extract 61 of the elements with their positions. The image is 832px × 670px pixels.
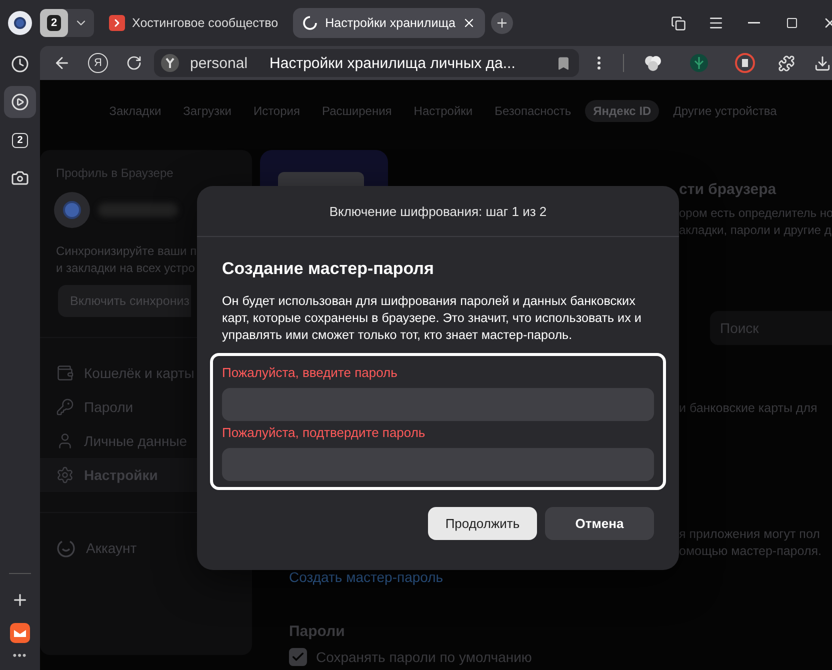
more-apps-button[interactable]: ••• (12, 650, 28, 662)
tab-group-button[interactable]: 2 (40, 9, 94, 37)
wallet-icon (56, 364, 74, 382)
key-icon (56, 398, 74, 416)
copy-icon (670, 16, 686, 30)
profile-avatar[interactable] (8, 11, 32, 35)
address-field[interactable]: personal Настройки хранилища личных да... (154, 49, 579, 77)
settings-tab[interactable]: Закладки (101, 100, 170, 122)
settings-tab[interactable]: История (245, 100, 308, 122)
site-favicon-icon (109, 15, 125, 31)
browser-tab[interactable]: Хостинговое сообщество (100, 8, 288, 38)
sidebar-rail-button[interactable] (4, 86, 36, 118)
field-error-label: Пожалуйста, введите пароль (222, 365, 398, 380)
banner-heading: сти браузера (679, 181, 778, 198)
settings-tab[interactable]: Загрузки (175, 100, 240, 122)
reload-icon (126, 55, 142, 71)
field-error-label: Пожалуйста, подтвердите пароль (222, 425, 426, 440)
banner-text: акладки, пароли и другие д (679, 223, 832, 237)
dialog-header: Включение шифрования: шаг 1 из 2 (329, 204, 547, 218)
site-shield-icon (160, 53, 180, 73)
settings-tab[interactable]: Расширения (314, 100, 400, 122)
create-master-password-link[interactable]: Создать мастер-пароль (289, 569, 679, 585)
plus-icon (11, 591, 29, 609)
password-field[interactable] (222, 388, 654, 421)
cancel-button[interactable]: Отмена (545, 507, 654, 540)
person-icon (56, 432, 74, 450)
new-tab-button[interactable] (491, 12, 514, 34)
vertical-dots-icon (597, 56, 601, 70)
checkbox-label: Сохранять пароли по умолчанию (316, 649, 532, 665)
profile-avatar (54, 192, 90, 228)
account-icon (56, 538, 76, 558)
puzzle-icon (778, 54, 794, 72)
minimize-icon (748, 22, 760, 24)
extension-icon[interactable] (734, 52, 756, 74)
settings-tab[interactable]: Яндекс ID (585, 100, 660, 122)
download-icon (814, 54, 830, 72)
play-icon (11, 93, 29, 111)
settings-icon (56, 466, 74, 484)
dialog-title: Создание мастер-пароля (222, 259, 435, 279)
check-icon (291, 650, 305, 664)
settings-tab[interactable]: Другие устройства (665, 100, 785, 122)
menu-icon (708, 15, 724, 31)
description-text: омощью мастер-пароля. (679, 544, 822, 558)
password-field[interactable] (222, 448, 654, 481)
section-title: Пароли (289, 623, 346, 640)
tab-count-icon: 2 (12, 132, 28, 148)
dialog-text: Он будет использован для шифрования паролей и данных банковских карт, которые сохранены в браузере. Это значит, что использовать их и управлять ими сможет только тот, кто знает мастер-пароль. (222, 293, 642, 344)
maximize-icon (786, 17, 798, 29)
checkbox[interactable] (289, 648, 307, 666)
settings-tab[interactable]: Безопасность (486, 100, 580, 122)
camera-icon (11, 169, 29, 187)
clock-icon (11, 55, 29, 73)
continue-button[interactable]: Продолжить (428, 507, 537, 540)
browser-tab[interactable]: Настройки хранилища (293, 8, 486, 38)
bookmark-icon[interactable] (556, 56, 571, 70)
mail-app-icon[interactable] (9, 622, 31, 644)
settings-tab[interactable]: Настройки (406, 100, 481, 122)
yandex-button[interactable]: Я (88, 53, 108, 73)
sidebar-rail-button[interactable]: 2 (4, 124, 36, 156)
plus-icon (495, 16, 510, 30)
loading-icon (302, 15, 318, 31)
